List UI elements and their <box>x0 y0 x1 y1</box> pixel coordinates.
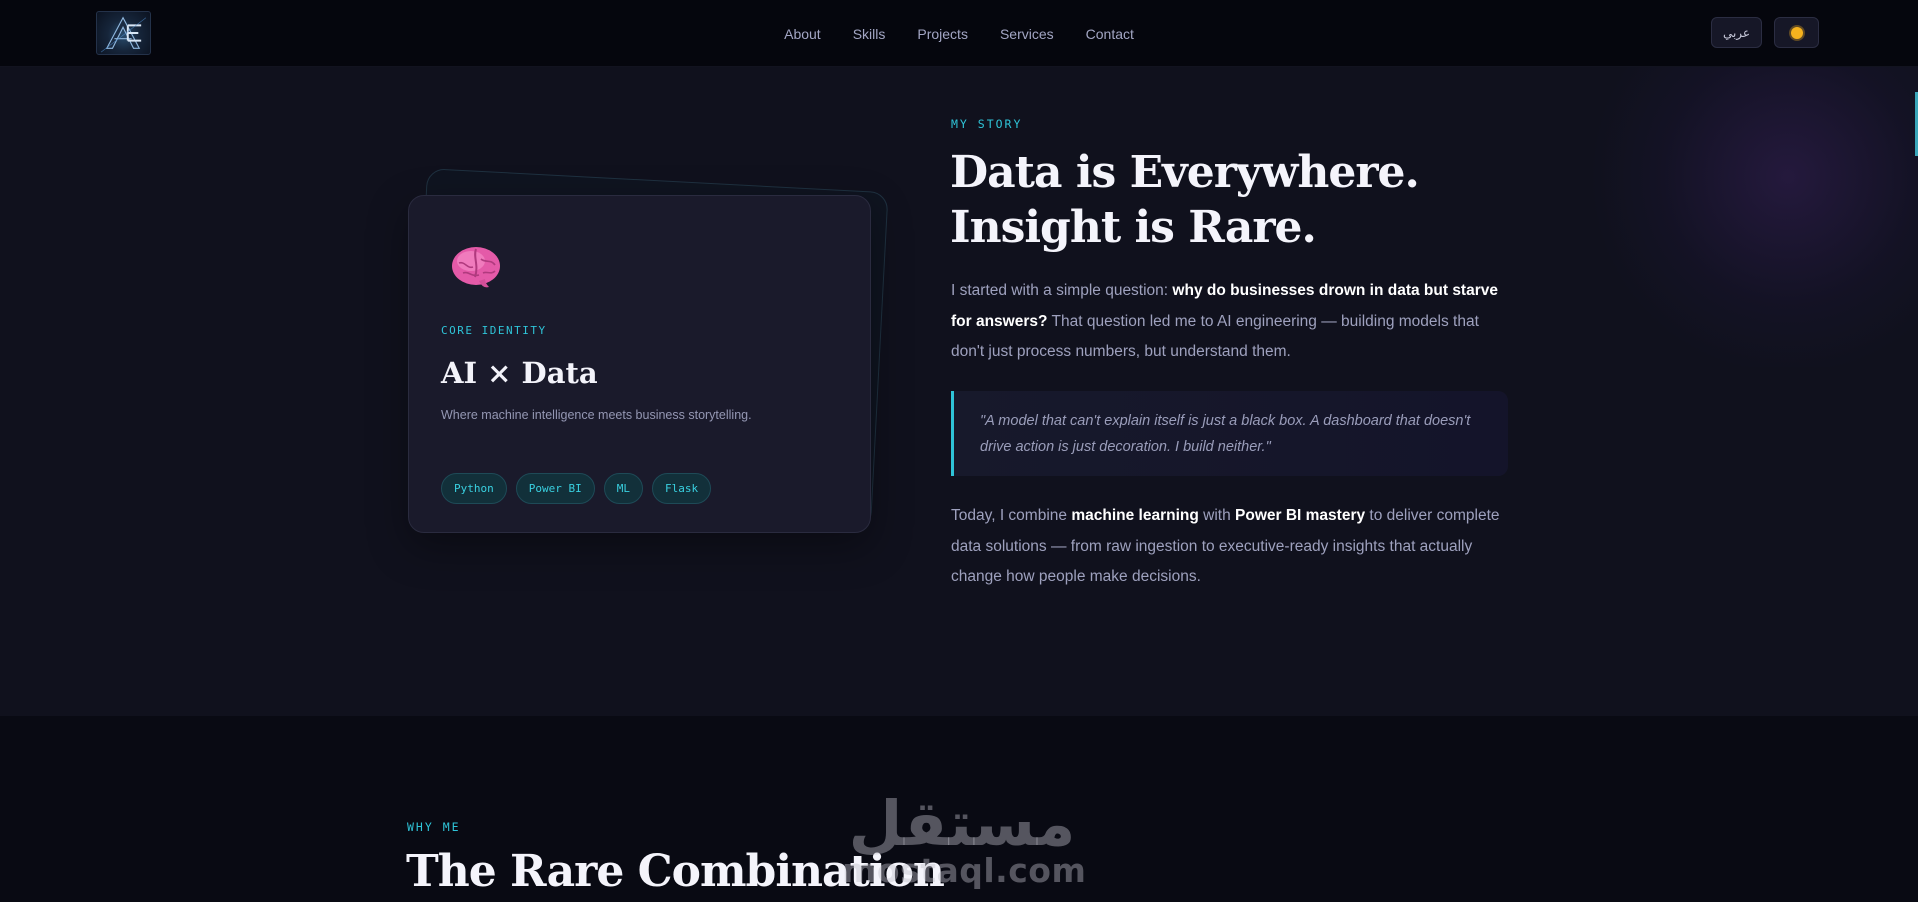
card-description: Where machine intelligence meets busines… <box>441 408 752 422</box>
tag-list: Python Power BI ML Flask <box>441 473 712 504</box>
sun-icon <box>1790 26 1803 39</box>
language-toggle-button[interactable]: عربي <box>1711 17 1762 48</box>
page: About Skills Projects Services Contact ع… <box>0 0 1918 902</box>
tag-flask: Flask <box>651 473 712 504</box>
background-glow <box>1578 67 1918 367</box>
card-label: CORE IDENTITY <box>441 324 547 337</box>
intro-text-a: I started with a simple question: <box>951 282 1173 299</box>
tag-power-bi: Power BI <box>515 473 595 504</box>
nav-link-projects[interactable]: Projects <box>917 26 968 42</box>
nav-link-skills[interactable]: Skills <box>853 26 886 42</box>
closing-highlight-powerbi: Power BI mastery <box>1235 507 1366 524</box>
identity-card: CORE IDENTITY AI × Data Where machine in… <box>408 195 871 533</box>
nav-links: About Skills Projects Services Contact <box>0 0 1918 67</box>
watermark-arabic: مستقل <box>848 787 1076 860</box>
why-label: WHY ME <box>407 820 461 834</box>
section-title: Data is Everywhere. Insight is Rare. <box>950 145 1510 255</box>
theme-toggle-button[interactable] <box>1774 17 1819 48</box>
story-section: CORE IDENTITY AI × Data Where machine in… <box>0 67 1918 716</box>
closing-text-c: with <box>1198 507 1236 524</box>
tag-ml: ML <box>603 473 643 504</box>
watermark-latin: mostaql.com <box>842 851 1087 890</box>
title-line-2: Insight is Rare. <box>950 202 1317 253</box>
closing-paragraph: Today, I combine machine learning with P… <box>951 501 1516 593</box>
closing-highlight-ml: machine learning <box>1071 507 1199 524</box>
mostaql-watermark: مستقل mostaql.com <box>842 787 1087 902</box>
top-nav: About Skills Projects Services Contact ع… <box>0 0 1918 67</box>
card-title: AI × Data <box>441 356 598 390</box>
brain-icon <box>452 247 500 288</box>
section-label: MY STORY <box>951 117 1023 131</box>
intro-paragraph: I started with a simple question: why do… <box>951 276 1516 368</box>
nav-link-contact[interactable]: Contact <box>1086 26 1134 42</box>
nav-link-services[interactable]: Services <box>1000 26 1054 42</box>
tag-python: Python <box>441 473 507 504</box>
closing-text-a: Today, I combine <box>951 507 1072 524</box>
pull-quote: "A model that can't explain itself is ju… <box>951 391 1508 476</box>
nav-link-about[interactable]: About <box>784 26 821 42</box>
title-line-1: Data is Everywhere. <box>950 147 1420 198</box>
